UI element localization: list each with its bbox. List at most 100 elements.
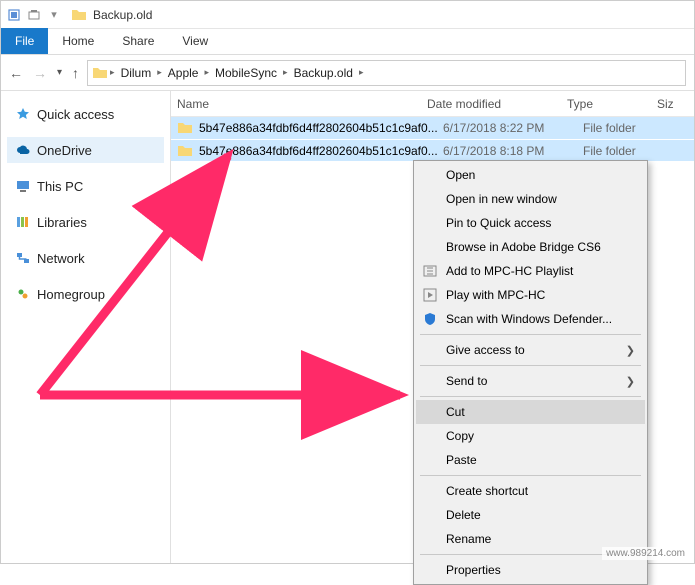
separator (420, 334, 641, 335)
pc-icon (15, 178, 31, 194)
cm-label: Browse in Adobe Bridge CS6 (446, 240, 601, 254)
sidebar-libraries[interactable]: Libraries (7, 209, 164, 235)
list-item[interactable]: 5b47e886a34fdbf6d4ff2802604b51c1c9af0...… (171, 139, 694, 161)
watermark: www.989214.com (602, 547, 689, 560)
col-name[interactable]: Name (177, 97, 427, 111)
quick-access-toolbar: ▾ (7, 8, 61, 22)
cm-open[interactable]: Open (416, 163, 645, 187)
chevron-right-icon: ❯ (626, 344, 635, 357)
folder-icon (177, 120, 193, 136)
ribbon-tabs: File Home Share View (1, 29, 694, 55)
forward-button[interactable]: → (33, 65, 47, 81)
breadcrumb[interactable]: ▸ Dilum ▸ Apple ▸ MobileSync ▸ Backup.ol… (87, 60, 686, 86)
column-headers: Name Date modified Type Siz (171, 91, 694, 117)
folder-icon (177, 143, 193, 159)
cm-mpc-add[interactable]: Add to MPC-HC Playlist (416, 259, 645, 283)
cm-delete[interactable]: Delete (416, 503, 645, 527)
file-type: File folder (583, 121, 673, 135)
sidebar-network[interactable]: Network (7, 245, 164, 271)
sidebar-onedrive[interactable]: OneDrive (7, 137, 164, 163)
cm-cut[interactable]: Cut (416, 400, 645, 424)
cm-give-access-to[interactable]: Give access to ❯ (416, 338, 645, 362)
cm-defender-scan[interactable]: Scan with Windows Defender... (416, 307, 645, 331)
back-button[interactable]: ← (9, 65, 23, 81)
col-size[interactable]: Siz (657, 97, 695, 111)
network-icon (15, 250, 31, 266)
cm-label: Open in new window (446, 192, 557, 206)
up-button[interactable]: ↑ (72, 65, 79, 81)
cm-label: Give access to (446, 343, 525, 357)
chevron-right-icon[interactable]: ▸ (157, 67, 162, 78)
play-icon (422, 287, 438, 303)
qat-dropdown-icon[interactable]: ▾ (47, 8, 61, 22)
star-icon (15, 106, 31, 122)
cm-send-to[interactable]: Send to ❯ (416, 369, 645, 393)
col-type[interactable]: Type (567, 97, 657, 111)
sidebar-label: OneDrive (37, 143, 92, 158)
sidebar-label: Quick access (37, 107, 114, 122)
shield-icon (422, 311, 438, 327)
cm-label: Send to (446, 374, 487, 388)
folder-icon (71, 7, 87, 23)
cm-label: Properties (446, 563, 501, 577)
cm-label: Create shortcut (446, 484, 528, 498)
separator (420, 396, 641, 397)
crumb-3[interactable]: Backup.old (290, 66, 357, 80)
cm-mpc-play[interactable]: Play with MPC-HC (416, 283, 645, 307)
separator (420, 365, 641, 366)
cm-open-new-window[interactable]: Open in new window (416, 187, 645, 211)
cm-paste[interactable]: Paste (416, 448, 645, 472)
cm-create-shortcut[interactable]: Create shortcut (416, 479, 645, 503)
file-type: File folder (583, 144, 673, 158)
crumb-1[interactable]: Apple (164, 66, 203, 80)
sidebar-label: This PC (37, 179, 83, 194)
cm-label: Delete (446, 508, 481, 522)
sidebar-quick-access[interactable]: Quick access (7, 101, 164, 127)
cm-adobe-bridge[interactable]: Browse in Adobe Bridge CS6 (416, 235, 645, 259)
sidebar-label: Homegroup (37, 287, 105, 302)
sidebar-homegroup[interactable]: Homegroup (7, 281, 164, 307)
chevron-right-icon[interactable]: ▸ (110, 67, 115, 78)
tab-file[interactable]: File (1, 28, 48, 54)
cm-copy[interactable]: Copy (416, 424, 645, 448)
cloud-icon (15, 142, 31, 158)
cm-label: Cut (446, 405, 465, 419)
qat-props-icon[interactable] (7, 8, 21, 22)
title-bar: ▾ Backup.old (1, 1, 694, 29)
recent-dropdown-icon[interactable]: ▾ (57, 67, 62, 78)
context-menu: Open Open in new window Pin to Quick acc… (413, 160, 648, 585)
tab-view[interactable]: View (168, 28, 222, 54)
chevron-right-icon[interactable]: ▸ (359, 67, 364, 78)
crumb-2[interactable]: MobileSync (211, 66, 281, 80)
address-bar-row: ← → ▾ ↑ ▸ Dilum ▸ Apple ▸ MobileSync ▸ B… (1, 55, 694, 91)
sidebar-label: Network (37, 251, 85, 266)
crumb-0[interactable]: Dilum (117, 66, 156, 80)
file-date: 6/17/2018 8:18 PM (443, 144, 583, 158)
homegroup-icon (15, 286, 31, 302)
libraries-icon (15, 214, 31, 230)
col-date[interactable]: Date modified (427, 97, 567, 111)
chevron-right-icon: ❯ (626, 375, 635, 388)
file-name: 5b47e886a34fdbf6d4ff2802604b51c1c9af0... (199, 121, 443, 135)
cm-label: Add to MPC-HC Playlist (446, 264, 573, 278)
separator (420, 475, 641, 476)
sidebar-this-pc[interactable]: This PC (7, 173, 164, 199)
qat-undo-icon[interactable] (27, 8, 41, 22)
window-title: Backup.old (93, 8, 152, 22)
nav-arrows: ← → ▾ ↑ (9, 65, 79, 81)
tab-share[interactable]: Share (108, 28, 168, 54)
cm-properties[interactable]: Properties (416, 558, 645, 582)
chevron-right-icon[interactable]: ▸ (283, 67, 288, 78)
cm-label: Scan with Windows Defender... (446, 312, 612, 326)
cm-pin-quick-access[interactable]: Pin to Quick access (416, 211, 645, 235)
sidebar-label: Libraries (37, 215, 87, 230)
sidebar: Quick access OneDrive This PC Libraries … (1, 91, 171, 563)
list-item[interactable]: 5b47e886a34fdbf6d4ff2802604b51c1c9af0...… (171, 117, 694, 139)
cm-label: Rename (446, 532, 491, 546)
cm-label: Paste (446, 453, 477, 467)
chevron-right-icon[interactable]: ▸ (204, 67, 209, 78)
tab-home[interactable]: Home (48, 28, 108, 54)
playlist-icon (422, 263, 438, 279)
cm-label: Pin to Quick access (446, 216, 551, 230)
file-name: 5b47e886a34fdbf6d4ff2802604b51c1c9af0... (199, 144, 443, 158)
